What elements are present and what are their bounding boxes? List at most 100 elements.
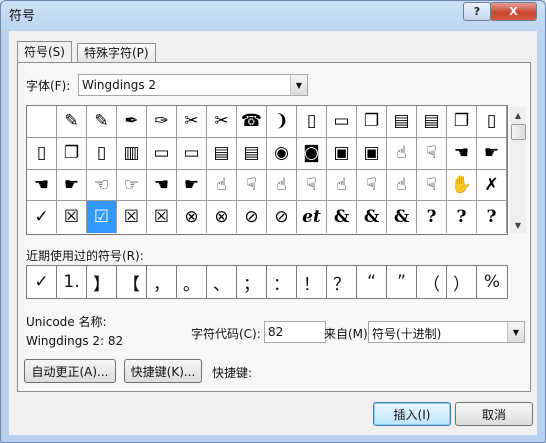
- symbol-cell[interactable]: ☟: [237, 169, 267, 202]
- symbol-cell[interactable]: ✋: [447, 169, 477, 202]
- symbol-cell[interactable]: ☛: [477, 137, 507, 170]
- title-bar[interactable]: 符号 ? X: [1, 1, 545, 27]
- symbol-cell[interactable]: ☑: [87, 201, 117, 233]
- symbol-cell[interactable]: ☎: [237, 106, 267, 138]
- symbol-cell[interactable]: &: [327, 201, 357, 233]
- insert-button[interactable]: 插入(I): [373, 402, 451, 426]
- tab-symbols[interactable]: 符号(S): [17, 41, 72, 62]
- symbol-cell[interactable]: ⊘: [267, 201, 297, 233]
- symbol-cell[interactable]: ☝: [267, 169, 297, 202]
- symbol-cell[interactable]: ⊘: [237, 201, 267, 233]
- help-button[interactable]: ?: [463, 2, 491, 21]
- recent-symbol-cell[interactable]: ，: [147, 266, 177, 298]
- symbol-cell[interactable]: ✂: [177, 106, 207, 138]
- symbol-cell[interactable]: ⊗: [207, 201, 237, 233]
- symbol-cell[interactable]: ☝: [207, 169, 237, 202]
- symbol-cell[interactable]: ☒: [117, 201, 147, 233]
- recent-symbol-cell[interactable]: ？: [327, 266, 357, 298]
- symbol-cell[interactable]: ▤: [387, 106, 417, 138]
- recent-symbol-cell[interactable]: “: [357, 266, 387, 298]
- symbol-cell[interactable]: ☚: [447, 137, 477, 170]
- symbol-cell[interactable]: ✗: [477, 169, 507, 202]
- symbol-cell[interactable]: ✑: [147, 106, 177, 138]
- scroll-thumb[interactable]: [511, 124, 526, 140]
- symbol-cell[interactable]: ✂: [207, 106, 237, 138]
- symbol-cell[interactable]: &: [387, 201, 417, 233]
- charcode-input[interactable]: 82: [264, 321, 326, 343]
- symbol-cell[interactable]: ☛: [57, 169, 87, 202]
- symbol-cell[interactable]: ☛: [177, 169, 207, 202]
- recent-symbol-cell[interactable]: 】: [87, 266, 117, 298]
- scroll-up-icon[interactable]: ▲: [510, 107, 526, 123]
- symbol-cell[interactable]: ❐: [447, 106, 477, 138]
- symbol-cell[interactable]: ◉: [267, 137, 297, 170]
- symbol-cell[interactable]: [27, 106, 57, 138]
- chevron-down-icon[interactable]: ▼: [290, 75, 307, 95]
- from-select[interactable]: 符号(十进制) ▼: [368, 321, 525, 343]
- recent-symbol-cell[interactable]: 【: [117, 266, 147, 298]
- symbol-cell[interactable]: ◙: [297, 137, 327, 170]
- autocorrect-button[interactable]: 自动更正(A)...: [24, 359, 116, 383]
- recent-symbol-cell[interactable]: 。: [177, 266, 207, 298]
- symbol-cell[interactable]: ☟: [417, 169, 447, 202]
- chevron-down-icon[interactable]: ▼: [507, 322, 524, 342]
- recent-symbols-strip[interactable]: ✓ 1.】【，。、；：！？ “” （）%: [26, 265, 508, 299]
- symbol-cell[interactable]: ▯: [297, 106, 327, 138]
- symbol-cell[interactable]: ▤: [417, 106, 447, 138]
- symbol-cell[interactable]: ☜: [87, 169, 117, 202]
- symbol-cell[interactable]: ❩: [267, 106, 297, 138]
- symbol-cell[interactable]: ▭: [177, 137, 207, 170]
- symbol-cell[interactable]: ✒: [117, 106, 147, 138]
- recent-symbol-cell[interactable]: ✓: [27, 266, 57, 298]
- symbol-cell[interactable]: ▭: [147, 137, 177, 170]
- symbol-cell[interactable]: &: [357, 201, 387, 233]
- symbol-cell[interactable]: ▤: [237, 137, 267, 170]
- symbol-cell[interactable]: ▣: [327, 137, 357, 170]
- symbol-cell[interactable]: ☝: [387, 169, 417, 202]
- recent-symbol-cell[interactable]: （: [417, 266, 447, 298]
- symbol-cell[interactable]: ❐: [357, 106, 387, 138]
- recent-symbol-cell[interactable]: 、: [207, 266, 237, 298]
- symbol-cell[interactable]: ▯: [27, 137, 57, 170]
- cancel-button[interactable]: 取消: [455, 402, 533, 426]
- symbol-cell[interactable]: ✎: [57, 106, 87, 138]
- symbol-cell[interactable]: ☟: [357, 169, 387, 202]
- symbol-cell[interactable]: ▣: [357, 137, 387, 170]
- symbol-cell[interactable]: ▥: [117, 137, 147, 170]
- recent-symbol-cell[interactable]: ：: [267, 266, 297, 298]
- symbol-cell[interactable]: ❐: [57, 137, 87, 170]
- symbol-cell[interactable]: ✓: [27, 201, 57, 233]
- symbol-grid[interactable]: ✎ ✎ ✒ ✑ ✂ ✂ ☎ ❩ ▯ ▭ ❐ ▤ ▤ ❐ ▯ ▯ ❐ ▯ ▥ ▭ ▭ ▤ ▤ ◉ ◙ ▣ ▣ ☝ ☟ ☚ ☛ ☚ ☛ ☜ ☞ ☚ ☛ ☝ ☟ ☝…: [26, 105, 526, 235]
- symbol-cell[interactable]: ?: [447, 201, 477, 233]
- recent-symbol-cell[interactable]: ！: [297, 266, 327, 298]
- symbol-cell[interactable]: ?: [417, 201, 447, 233]
- symbol-cell[interactable]: ▯: [87, 137, 117, 170]
- recent-symbol-cell[interactable]: ；: [237, 266, 267, 298]
- symbol-cell[interactable]: ▤: [207, 137, 237, 170]
- symbol-cell[interactable]: ☒: [147, 201, 177, 233]
- recent-symbol-cell[interactable]: ”: [387, 266, 417, 298]
- symbol-cell[interactable]: ☝: [327, 169, 357, 202]
- symbol-cell[interactable]: ☝: [387, 137, 417, 170]
- symbol-cell[interactable]: ☚: [27, 169, 57, 202]
- symbol-cell[interactable]: ✎: [87, 106, 117, 138]
- symbol-grid-scrollbar[interactable]: ▲ ▼: [510, 107, 526, 233]
- font-select[interactable]: Wingdings 2 ▼: [78, 74, 308, 96]
- symbol-cell[interactable]: ☞: [117, 169, 147, 202]
- tab-special-characters[interactable]: 特殊字符(P): [77, 43, 156, 62]
- symbol-cell[interactable]: ☟: [417, 137, 447, 170]
- symbol-cell[interactable]: ☒: [57, 201, 87, 233]
- symbol-cell[interactable]: ?: [477, 201, 507, 233]
- symbol-cell[interactable]: ☚: [147, 169, 177, 202]
- recent-symbol-cell[interactable]: %: [477, 266, 507, 298]
- shortcut-key-button[interactable]: 快捷键(K)...: [124, 359, 202, 383]
- scroll-down-icon[interactable]: ▼: [510, 217, 526, 233]
- close-button[interactable]: X: [490, 2, 537, 21]
- symbol-cell[interactable]: ☟: [297, 169, 327, 202]
- recent-symbol-cell[interactable]: ）: [447, 266, 477, 298]
- symbol-cell[interactable]: et: [297, 201, 327, 233]
- symbol-cell[interactable]: ▯: [477, 106, 507, 138]
- symbol-cell[interactable]: ⊗: [177, 201, 207, 233]
- recent-symbol-cell[interactable]: 1.: [57, 266, 87, 298]
- symbol-cell[interactable]: ▭: [327, 106, 357, 138]
